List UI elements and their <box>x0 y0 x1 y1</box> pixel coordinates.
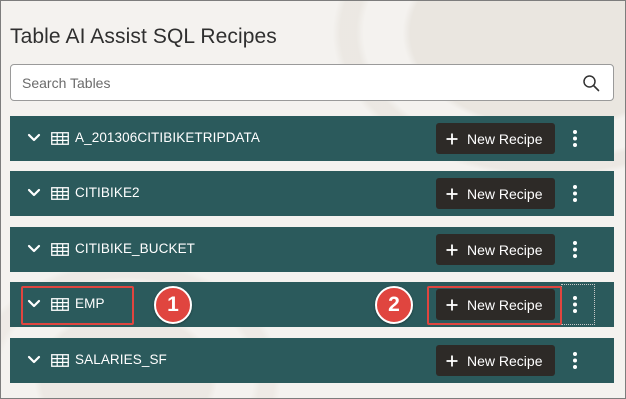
table-row[interactable]: CITIBIKE_BUCKET New Recipe <box>10 227 614 272</box>
callout-box-new-recipe <box>427 286 562 325</box>
chevron-down-icon[interactable] <box>27 243 41 255</box>
plus-icon <box>446 355 458 366</box>
callout-badge-1: 1 <box>154 286 192 324</box>
new-recipe-label: New Recipe <box>467 241 543 258</box>
search-box[interactable] <box>10 64 614 101</box>
kebab-menu-icon[interactable] <box>565 236 585 263</box>
kebab-menu-icon[interactable] <box>565 347 585 374</box>
table-row[interactable]: CITIBIKE2 New Recipe <box>10 171 614 216</box>
search-icon[interactable] <box>582 74 600 92</box>
app-frame: Table AI Assist SQL Recipes A_201306CITI… <box>0 0 626 399</box>
search-input[interactable] <box>11 65 571 100</box>
callout-box-emp <box>21 286 134 325</box>
new-recipe-label: New Recipe <box>467 352 543 369</box>
table-row[interactable]: A_201306CITIBIKETRIPDATA New Recipe <box>10 116 614 161</box>
new-recipe-button[interactable]: New Recipe <box>436 345 555 376</box>
table-name: A_201306CITIBIKETRIPDATA <box>75 130 260 145</box>
new-recipe-button[interactable]: New Recipe <box>436 234 555 265</box>
table-name: CITIBIKE2 <box>75 185 140 200</box>
new-recipe-label: New Recipe <box>467 185 543 202</box>
plus-icon <box>446 244 458 255</box>
chevron-down-icon[interactable] <box>27 354 41 366</box>
chevron-down-icon[interactable] <box>27 132 41 144</box>
chevron-down-icon[interactable] <box>27 187 41 199</box>
table-grid-icon <box>51 243 69 256</box>
callout-badge-2: 2 <box>375 286 413 324</box>
kebab-menu-icon[interactable] <box>565 125 585 152</box>
table-name: CITIBIKE_BUCKET <box>75 241 196 256</box>
plus-icon <box>446 188 458 199</box>
new-recipe-button[interactable]: New Recipe <box>436 123 555 154</box>
table-row[interactable]: SALARIES_SF New Recipe <box>10 338 614 383</box>
kebab-menu-icon[interactable] <box>565 291 585 318</box>
page-title: Table AI Assist SQL Recipes <box>10 25 277 48</box>
table-grid-icon <box>51 132 69 145</box>
table-grid-icon <box>51 354 69 367</box>
new-recipe-button[interactable]: New Recipe <box>436 178 555 209</box>
plus-icon <box>446 133 458 144</box>
table-name: SALARIES_SF <box>75 352 167 367</box>
kebab-menu-icon[interactable] <box>565 180 585 207</box>
table-grid-icon <box>51 187 69 200</box>
new-recipe-label: New Recipe <box>467 130 543 147</box>
